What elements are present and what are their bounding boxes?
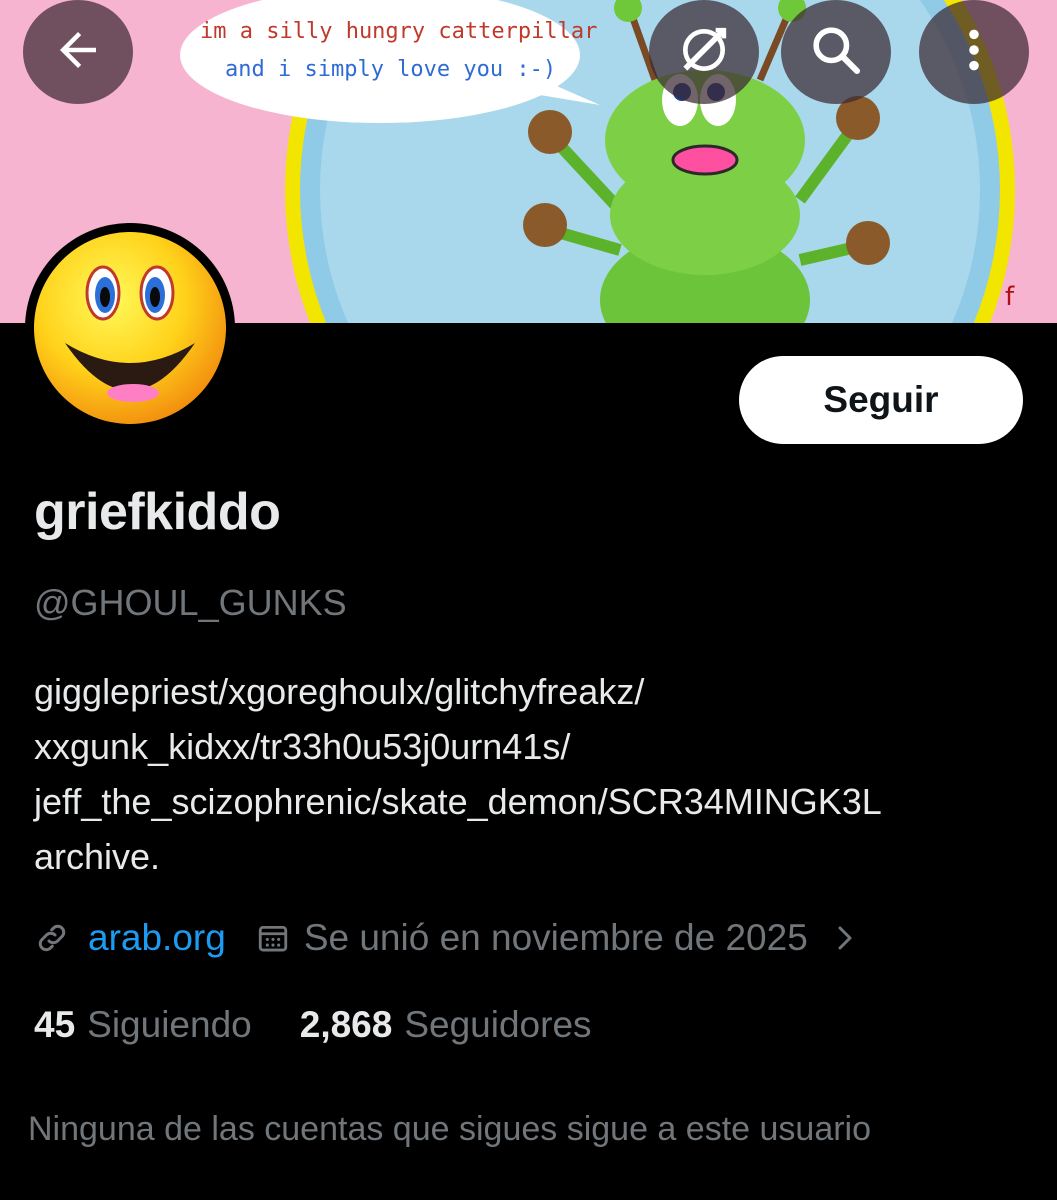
display-name: griefkiddo (34, 483, 281, 541)
join-date: Se unió en noviembre de 2025 (303, 917, 808, 958)
following-label: Siguiendo (87, 1004, 252, 1045)
banner-caption-line1: im a silly hungry catterpillar (200, 19, 597, 44)
followers-label: Seguidores (404, 1004, 592, 1045)
follow-button[interactable]: Seguir (739, 356, 1023, 444)
more-vertical-icon (949, 25, 999, 80)
profile-bio: gigglepriest/xgoreghoulx/glitchyfreakz/ … (34, 664, 1034, 884)
calendar-icon (256, 921, 290, 955)
mutual-followers-note: Ninguna de las cuentas que sigues sigue … (28, 1110, 872, 1148)
more-options-button[interactable] (919, 0, 1029, 104)
follow-counts: 45 Siguiendo 2,868 Seguidores (34, 1000, 592, 1050)
following-link[interactable]: 45 Siguiendo (34, 1004, 252, 1046)
arrow-left-icon (51, 23, 105, 82)
followers-count: 2,868 (299, 1004, 393, 1045)
back-button[interactable] (23, 0, 133, 104)
search-icon (808, 22, 864, 83)
feed-toggle-button[interactable] (649, 0, 759, 104)
svg-text:f: f (1005, 282, 1015, 312)
search-button[interactable] (781, 0, 891, 104)
followers-link[interactable]: 2,868 Seguidores (300, 1004, 592, 1046)
bio-line: jeff_the_scizophrenic/skate_demon/SCR34M… (34, 781, 882, 822)
bio-line: xxgunk_kidxx/tr33h0u53j0urn41s/ (34, 726, 571, 767)
website-link[interactable]: arab.org (88, 917, 226, 959)
link-icon (34, 920, 70, 956)
smiley-face-avatar-image (34, 232, 226, 424)
banner-caption-line2: and i simply love you :-) (225, 57, 556, 82)
profile-meta: arab.org Se unió en noviembre de 2025 (34, 912, 860, 964)
no-feed-icon (676, 22, 732, 83)
chevron-right-icon[interactable] (830, 923, 860, 953)
username-handle: @GHOUL_GUNKS (34, 582, 347, 623)
bio-line: gigglepriest/xgoreghoulx/glitchyfreakz/ (34, 671, 645, 712)
bio-line: archive. (34, 836, 161, 877)
avatar[interactable] (25, 223, 235, 433)
following-count: 45 (34, 1004, 76, 1045)
